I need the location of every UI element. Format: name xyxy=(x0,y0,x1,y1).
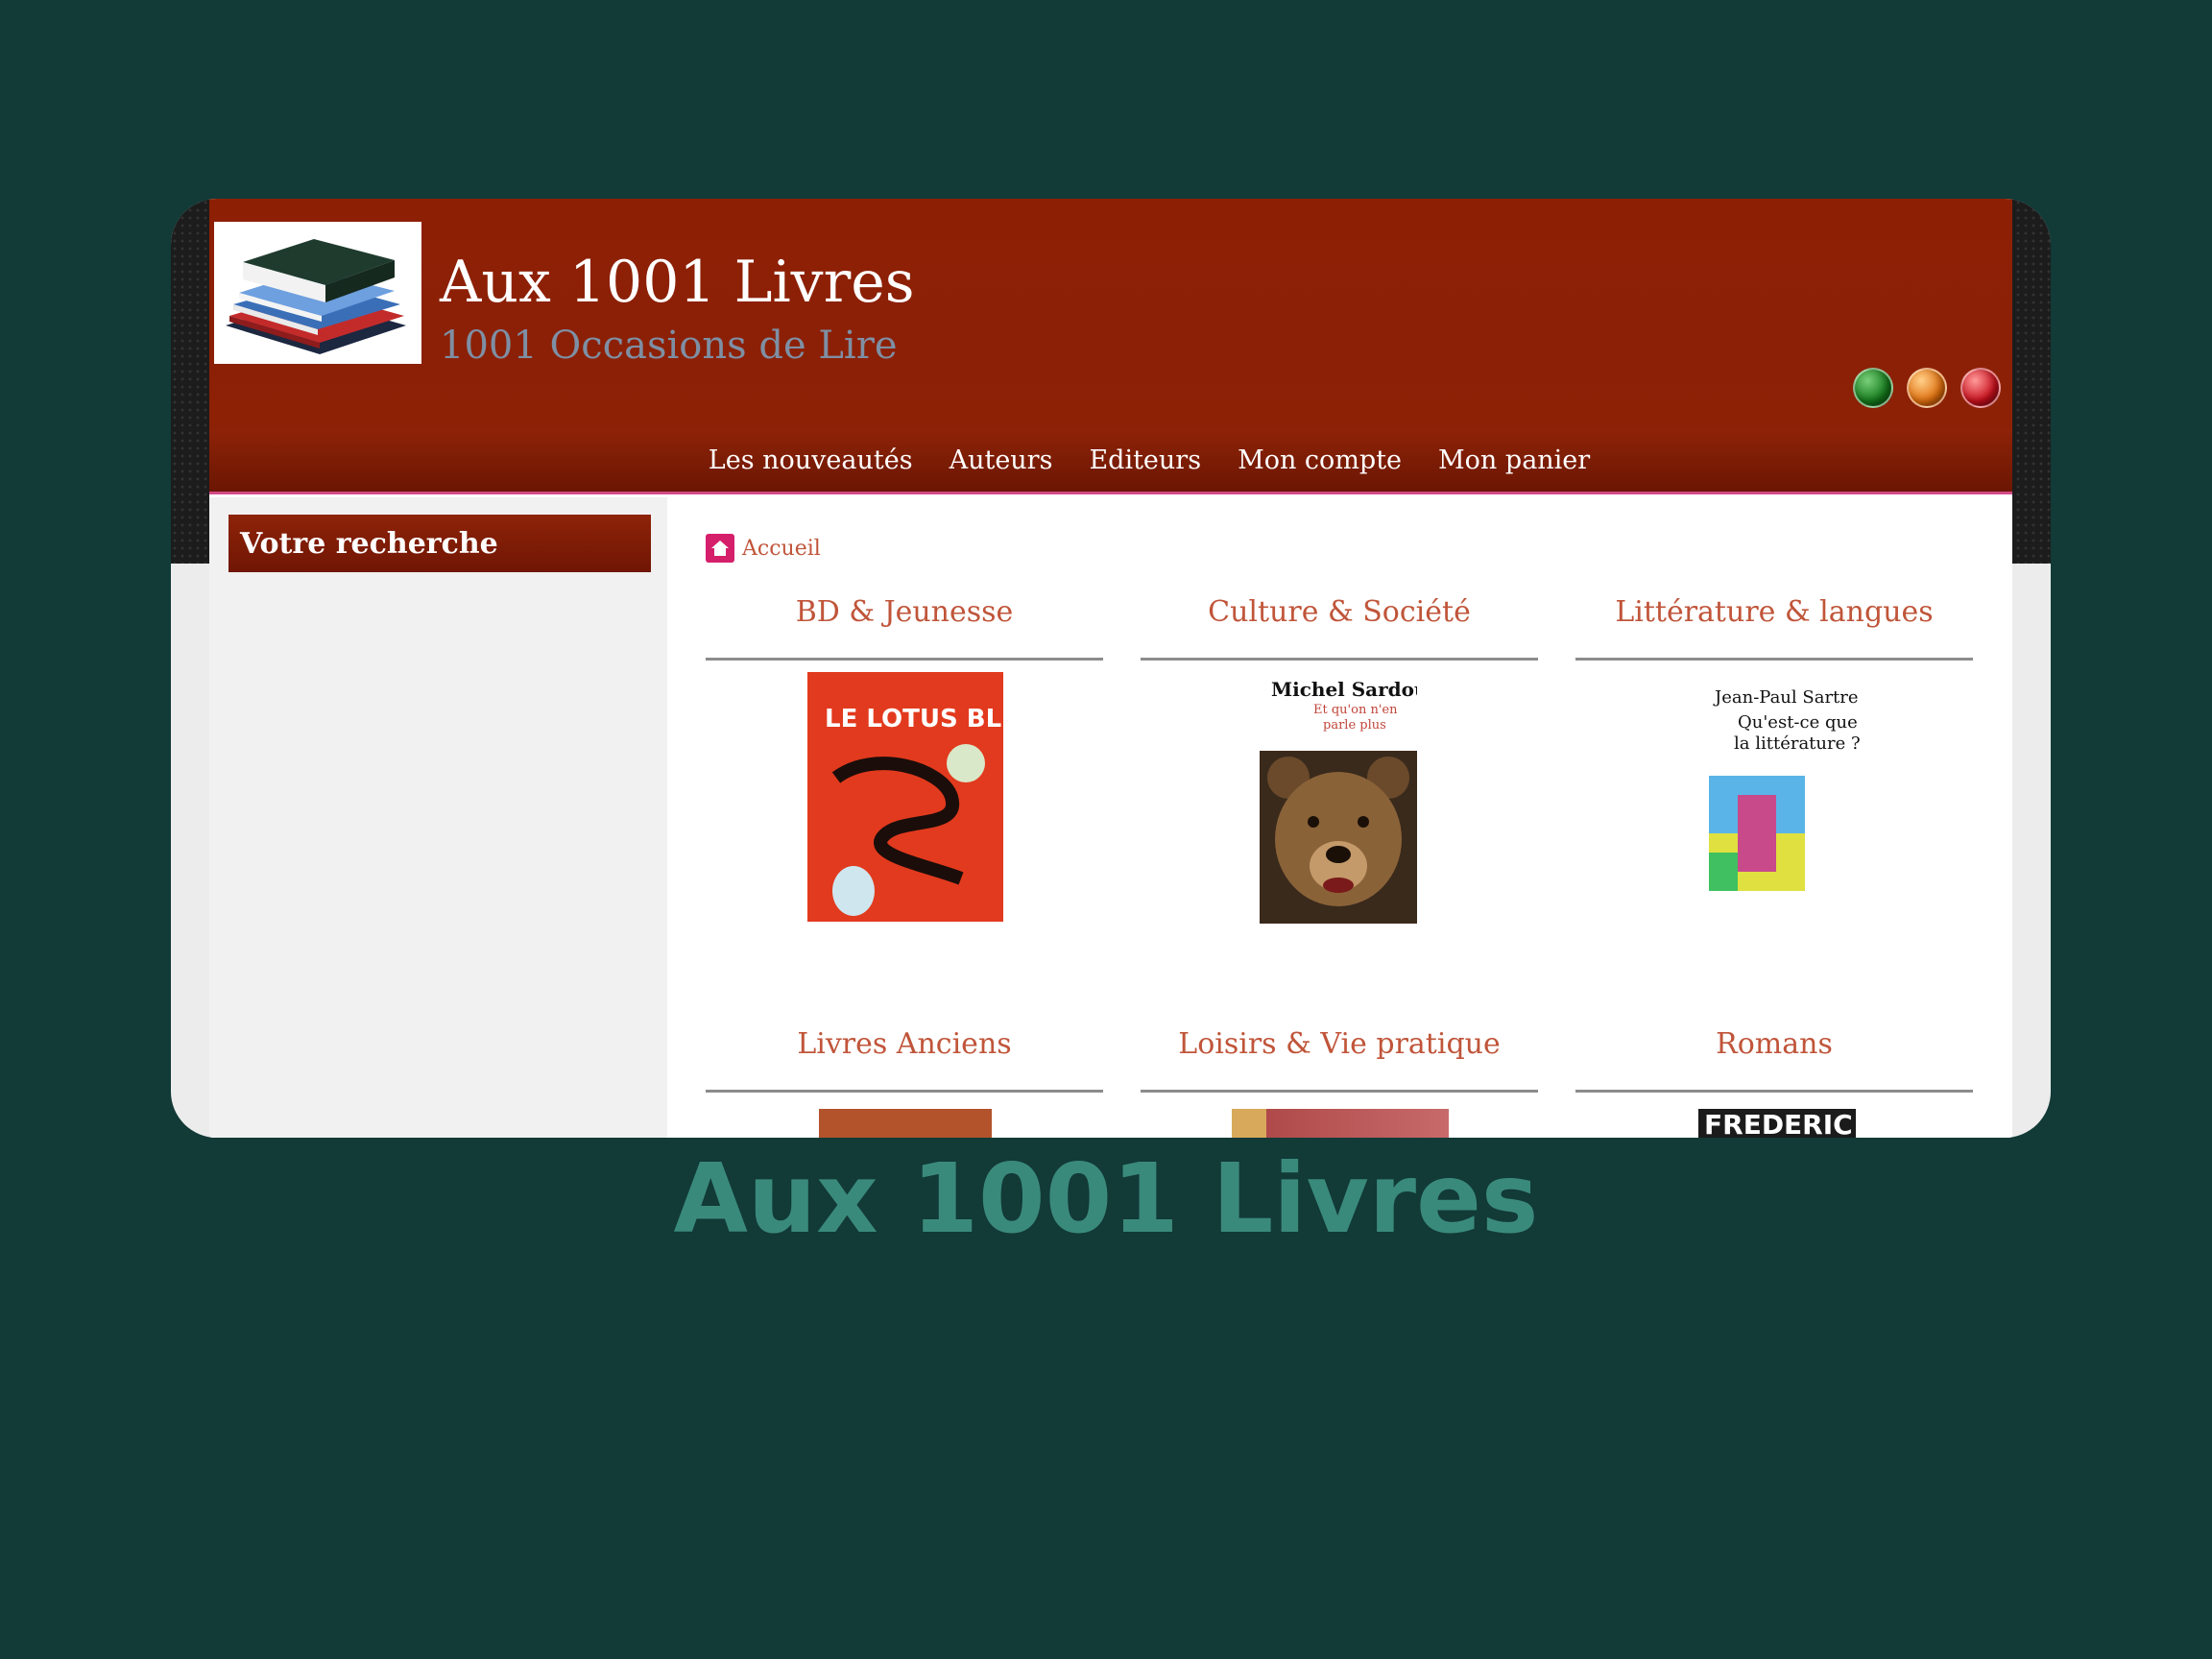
cover-title: FREDERIC xyxy=(1704,1109,1853,1138)
category-romans: Romans xyxy=(1575,1021,1973,1093)
main-content: Accueil BD & Jeunesse Culture & Société … xyxy=(667,497,2012,1138)
main-nav: Les nouveautés Auteurs Editeurs Mon comp… xyxy=(209,429,2012,494)
website: Aux 1001 Livres 1001 Occasions de Lire L… xyxy=(209,199,2012,1138)
book-cover-lotus-bleu[interactable]: LE LOTUS BLEU xyxy=(807,672,1003,922)
cover-title: Et qu'on n'en xyxy=(1313,703,1398,717)
search-box-title: Votre recherche xyxy=(228,515,651,572)
divider xyxy=(1141,1090,1538,1093)
nav-mon-compte[interactable]: Mon compte xyxy=(1238,445,1402,475)
nav-mon-panier[interactable]: Mon panier xyxy=(1438,445,1590,475)
screenshot-frame: Aux 1001 Livres 1001 Occasions de Lire L… xyxy=(171,199,2051,1138)
site-header: Aux 1001 Livres 1001 Occasions de Lire xyxy=(209,199,2012,429)
orange-circle-icon[interactable] xyxy=(1907,368,1947,408)
nav-auteurs[interactable]: Auteurs xyxy=(950,445,1053,475)
cover-author: Michel Sardou xyxy=(1271,678,1417,701)
book-cover-roman[interactable]: FREDERIC xyxy=(1698,1109,1856,1138)
category-title[interactable]: Livres Anciens xyxy=(706,1021,1103,1069)
books-stack-icon xyxy=(226,239,406,354)
cover-title-line2: la littérature ? xyxy=(1734,733,1861,754)
category-bd-jeunesse: BD & Jeunesse xyxy=(706,589,1103,661)
site-title: Aux 1001 Livres xyxy=(440,249,915,316)
category-title[interactable]: BD & Jeunesse xyxy=(706,589,1103,637)
category-livres-anciens: Livres Anciens xyxy=(706,1021,1103,1093)
divider xyxy=(1575,658,1973,661)
screenshot-caption: Aux 1001 Livres xyxy=(673,1142,1539,1255)
bear-icon xyxy=(1260,751,1417,924)
category-title[interactable]: Loisirs & Vie pratique xyxy=(1141,1021,1538,1069)
abstract-art-icon xyxy=(1709,776,1805,891)
red-circle-icon[interactable] xyxy=(1960,368,2001,408)
book-cover-ancien[interactable] xyxy=(819,1109,992,1138)
nav-editeurs[interactable]: Editeurs xyxy=(1089,445,1201,475)
breadcrumb: Accueil xyxy=(706,534,821,563)
cover-title: Qu'est-ce que xyxy=(1738,712,1858,733)
book-cover-loisirs[interactable] xyxy=(1232,1109,1449,1138)
divider xyxy=(706,658,1103,661)
cover-author: Jean-Paul Sartre xyxy=(1715,687,1859,708)
divider xyxy=(1575,1090,1973,1093)
cover-title-line2: parle plus xyxy=(1323,718,1386,733)
category-title[interactable]: Romans xyxy=(1575,1021,1973,1069)
divider xyxy=(1141,658,1538,661)
divider xyxy=(706,1090,1103,1093)
nav-nouveautes[interactable]: Les nouveautés xyxy=(709,445,913,475)
category-culture-societe: Culture & Société xyxy=(1141,589,1538,661)
category-loisirs-vie-pratique: Loisirs & Vie pratique xyxy=(1141,1021,1538,1093)
green-circle-icon[interactable] xyxy=(1853,368,1893,408)
site-subtitle: 1001 Occasions de Lire xyxy=(440,324,898,368)
home-icon[interactable] xyxy=(706,534,734,563)
sidebar: Votre recherche xyxy=(209,497,667,1138)
category-litterature-langues: Littérature & langues xyxy=(1575,589,1973,661)
book-cover-sardou[interactable]: Michel Sardou Et qu'on n'en parle plus xyxy=(1260,672,1417,924)
category-title[interactable]: Culture & Société xyxy=(1141,589,1538,637)
window-controls xyxy=(1853,368,2001,408)
category-title[interactable]: Littérature & langues xyxy=(1575,589,1973,637)
dragon-icon xyxy=(831,744,985,916)
breadcrumb-home[interactable]: Accueil xyxy=(742,537,821,561)
site-logo[interactable] xyxy=(214,222,421,364)
book-cover-sartre[interactable]: Jean-Paul Sartre Qu'est-ce que la littér… xyxy=(1697,680,1861,931)
